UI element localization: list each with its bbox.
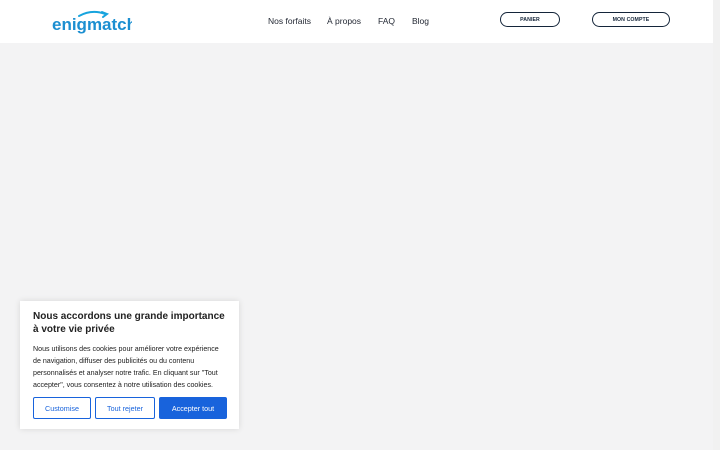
nav-link-a-propos[interactable]: À propos [327, 16, 361, 26]
cookie-title: Nous accordons une grande importance à v… [33, 311, 225, 335]
nav-link-faq[interactable]: FAQ [378, 16, 395, 26]
accept-all-button[interactable]: Accepter tout [159, 397, 227, 419]
my-account-button[interactable]: MON COMPTE [592, 12, 670, 27]
scrollbar-track[interactable] [713, 0, 720, 450]
cookie-description: Nous utilisons des cookies pour améliore… [33, 345, 219, 389]
svg-text:enigmatch.: enigmatch. [52, 15, 132, 34]
site-header: enigmatch. Nos forfaits À propos FAQ Blo… [0, 0, 713, 43]
nav-link-blog[interactable]: Blog [412, 16, 429, 26]
reject-all-button[interactable]: Tout rejeter [95, 397, 155, 419]
cookie-consent-banner: Nous accordons une grande importance à v… [20, 301, 239, 429]
brand-logo[interactable]: enigmatch. [52, 10, 132, 34]
cart-button[interactable]: PANIER [500, 12, 560, 27]
nav-link-forfaits[interactable]: Nos forfaits [268, 16, 311, 26]
customise-button[interactable]: Customise [33, 397, 91, 419]
